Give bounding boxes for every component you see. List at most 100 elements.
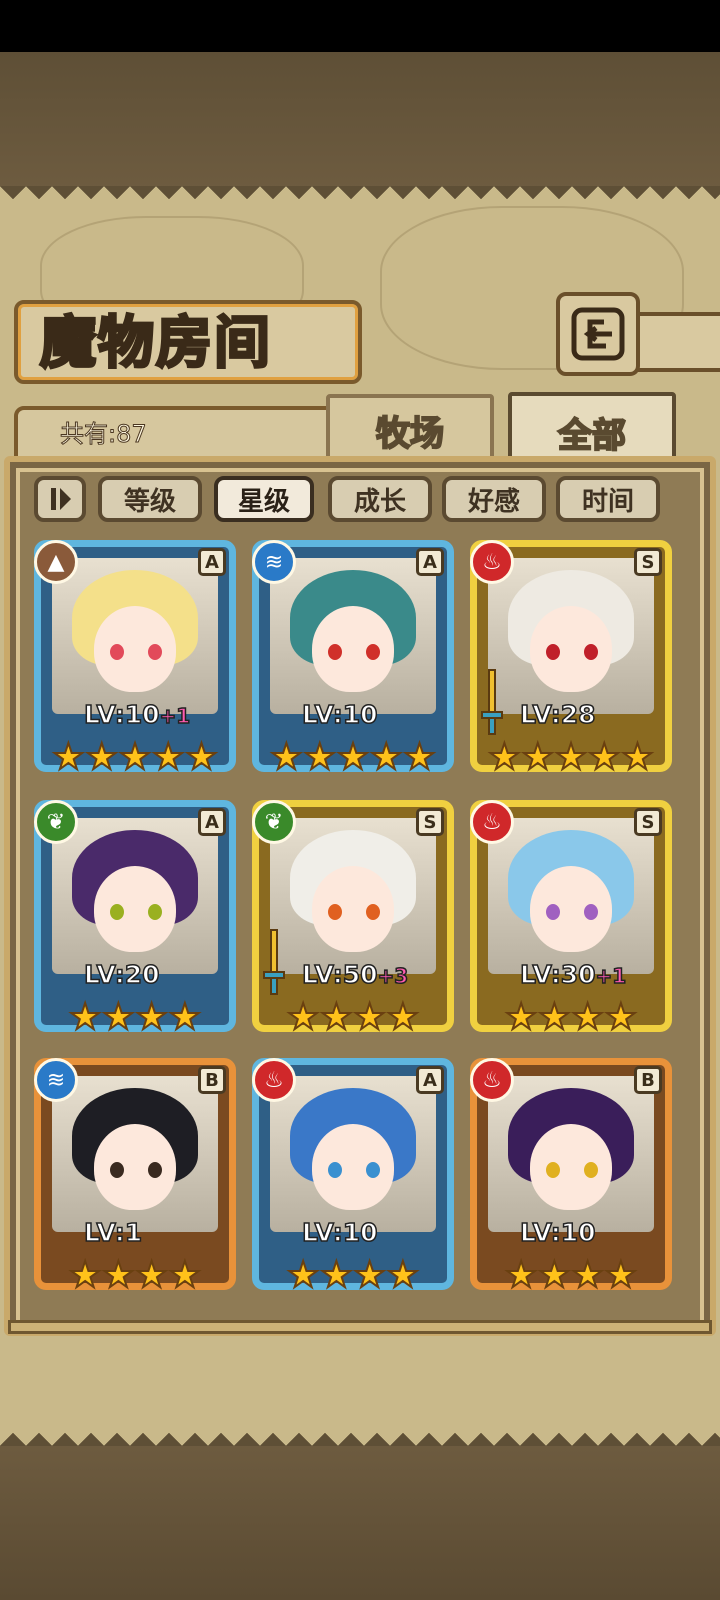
sort-order-toggle[interactable] bbox=[34, 476, 86, 522]
star-icon: ★ bbox=[352, 997, 386, 1039]
monster-eye bbox=[584, 644, 598, 660]
level-text: LV:10 bbox=[301, 1217, 378, 1248]
sort-button-growth[interactable]: 成长 bbox=[328, 476, 432, 522]
monster-card[interactable]: ≋ B LV:1 ★ ★ ★ ★ bbox=[34, 1058, 244, 1302]
star-icon: ★ bbox=[184, 737, 218, 779]
star-icon: ★ bbox=[68, 1255, 102, 1297]
monster-eye bbox=[366, 1162, 380, 1178]
star-icon: ★ bbox=[286, 1255, 320, 1297]
monster-face bbox=[94, 866, 176, 952]
rank-badge: S bbox=[416, 808, 444, 836]
monster-card[interactable]: ▲ A LV:10+1 ★ ★ ★ ★ ★ bbox=[34, 540, 244, 784]
earth-element-icon: ▲ bbox=[34, 540, 78, 584]
star-rating: ★ ★ ★ ★ bbox=[34, 1255, 236, 1297]
star-icon: ★ bbox=[85, 737, 119, 779]
sort-button-affection[interactable]: 好感 bbox=[442, 476, 546, 522]
wind-element-icon: ❦ bbox=[34, 800, 78, 844]
back-arrow-icon bbox=[571, 307, 625, 361]
monster-level: LV:50+3 bbox=[301, 959, 409, 990]
star-icon: ★ bbox=[537, 1255, 571, 1297]
star-icon: ★ bbox=[101, 1255, 135, 1297]
monster-face bbox=[312, 866, 394, 952]
water-element-icon: ≋ bbox=[34, 1058, 78, 1102]
rank-badge: S bbox=[634, 808, 662, 836]
star-icon: ★ bbox=[402, 737, 436, 779]
monster-eye bbox=[328, 1162, 342, 1178]
star-icon: ★ bbox=[352, 1255, 386, 1297]
back-button[interactable] bbox=[556, 292, 640, 376]
monster-portrait bbox=[270, 558, 436, 714]
level-text: LV:10 bbox=[301, 699, 378, 730]
monster-eye bbox=[546, 904, 560, 920]
monster-card[interactable]: ≋ A LV:10 ★ ★ ★ ★ ★ bbox=[252, 540, 462, 784]
monster-eye bbox=[148, 1162, 162, 1178]
monster-level: LV:10+1 bbox=[83, 699, 191, 730]
star-icon: ★ bbox=[386, 1255, 420, 1297]
sort-button-level[interactable]: 等级 bbox=[98, 476, 202, 522]
monster-portrait bbox=[52, 1076, 218, 1232]
star-icon: ★ bbox=[570, 1255, 604, 1297]
level-bonus: +1 bbox=[159, 703, 191, 729]
star-icon: ★ bbox=[68, 997, 102, 1039]
level-text: LV:1 bbox=[83, 1217, 143, 1248]
monster-level: LV:30+1 bbox=[519, 959, 627, 990]
star-rating: ★ ★ ★ ★ bbox=[470, 997, 672, 1039]
star-icon: ★ bbox=[587, 737, 621, 779]
star-icon: ★ bbox=[386, 997, 420, 1039]
level-text: LV:30 bbox=[519, 959, 596, 990]
star-rating: ★ ★ ★ ★ bbox=[252, 1255, 454, 1297]
monster-card[interactable]: ♨ S LV:28 ★ ★ ★ ★ ★ bbox=[470, 540, 680, 784]
monster-face bbox=[530, 606, 612, 692]
monster-portrait bbox=[488, 818, 654, 974]
star-icon: ★ bbox=[134, 997, 168, 1039]
star-rating: ★ ★ ★ ★ bbox=[34, 997, 236, 1039]
monster-face bbox=[530, 1124, 612, 1210]
rank-badge: A bbox=[198, 548, 226, 576]
star-icon: ★ bbox=[504, 997, 538, 1039]
monster-level: LV:10 bbox=[519, 1217, 596, 1248]
monster-card[interactable]: ♨ S LV:30+1 ★ ★ ★ ★ bbox=[470, 800, 680, 1044]
monster-eye bbox=[546, 644, 560, 660]
monster-card[interactable]: ♨ B LV:10 ★ ★ ★ ★ bbox=[470, 1058, 680, 1302]
panel-top-edge bbox=[0, 186, 720, 212]
wind-element-icon: ❦ bbox=[252, 800, 296, 844]
star-rating: ★ ★ ★ ★ bbox=[470, 1255, 672, 1297]
fire-element-icon: ♨ bbox=[470, 1058, 514, 1102]
star-icon: ★ bbox=[336, 737, 370, 779]
monster-portrait bbox=[52, 818, 218, 974]
monster-eye bbox=[148, 644, 162, 660]
monster-eye bbox=[584, 904, 598, 920]
star-rating: ★ ★ ★ ★ ★ bbox=[34, 737, 236, 779]
star-icon: ★ bbox=[269, 737, 303, 779]
sort-button-time[interactable]: 时间 bbox=[556, 476, 660, 522]
monster-card[interactable]: ❦ S LV:50+3 ★ ★ ★ ★ bbox=[252, 800, 462, 1044]
level-text: LV:20 bbox=[83, 959, 160, 990]
star-icon: ★ bbox=[286, 997, 320, 1039]
sort-order-toggle-icon bbox=[51, 488, 71, 510]
monster-level: LV:10 bbox=[301, 1217, 378, 1248]
monster-level: LV:1 bbox=[83, 1217, 143, 1248]
rank-badge: A bbox=[416, 548, 444, 576]
star-icon: ★ bbox=[168, 997, 202, 1039]
monster-face bbox=[94, 606, 176, 692]
star-icon: ★ bbox=[604, 997, 638, 1039]
monster-card[interactable]: ♨ A LV:10 ★ ★ ★ ★ bbox=[252, 1058, 462, 1302]
panel-bottom-edge bbox=[0, 1420, 720, 1446]
monster-level: LV:20 bbox=[83, 959, 160, 990]
sort-button-stars[interactable]: 星级 bbox=[214, 476, 314, 522]
star-rating: ★ ★ ★ ★ bbox=[252, 997, 454, 1039]
star-icon: ★ bbox=[554, 737, 588, 779]
level-text: LV:50 bbox=[301, 959, 378, 990]
page-title: 魔物房间 bbox=[39, 310, 272, 378]
list-bottom-bar bbox=[8, 1320, 712, 1334]
monster-eye bbox=[148, 904, 162, 920]
header-strip bbox=[632, 312, 720, 372]
star-icon: ★ bbox=[168, 1255, 202, 1297]
monster-eye bbox=[110, 1162, 124, 1178]
star-icon: ★ bbox=[101, 997, 135, 1039]
monster-card[interactable]: ❦ A LV:20 ★ ★ ★ ★ bbox=[34, 800, 244, 1044]
monster-face bbox=[312, 1124, 394, 1210]
status-bar bbox=[0, 0, 720, 52]
sword-icon bbox=[481, 669, 503, 735]
monster-level: LV:28 bbox=[519, 699, 596, 730]
